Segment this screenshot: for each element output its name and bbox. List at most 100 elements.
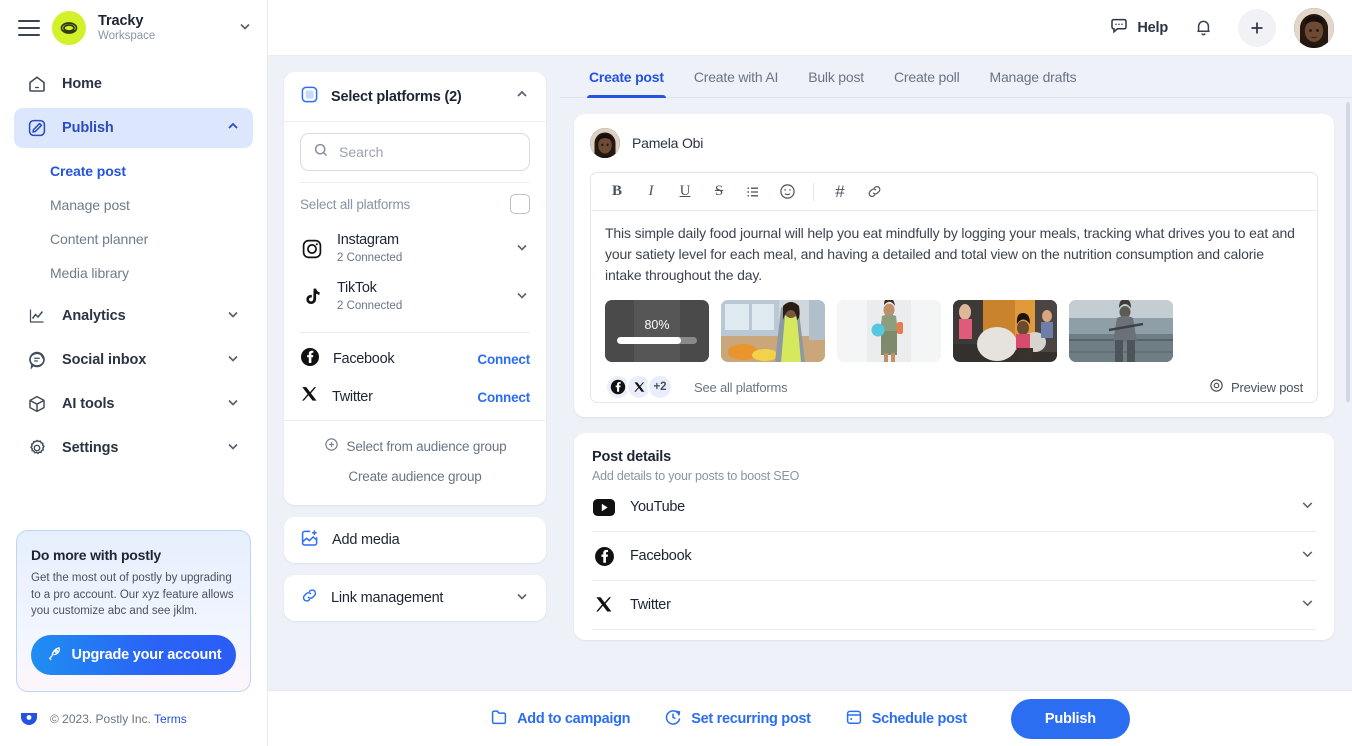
upgrade-account-button[interactable]: Upgrade your account [31,635,236,675]
set-recurring-post-button[interactable]: Set recurring post [664,708,811,730]
author-avatar [590,128,620,158]
editor-toolbar: B I U S # [591,173,1317,211]
tab-create-poll[interactable]: Create poll [879,56,975,97]
chevron-down-icon[interactable] [1299,496,1316,518]
chevron-down-icon[interactable] [514,287,530,308]
detail-row-facebook[interactable]: Facebook [592,532,1316,581]
connect-facebook-link[interactable]: Connect [477,352,530,367]
sidebar-item-label: AI tools [62,396,115,412]
body-row: Select platforms (2) Search Select all p… [268,56,1352,690]
see-all-platforms-link[interactable]: See all platforms [694,380,788,395]
main-tabs: Create post Create with AI Bulk post Cre… [560,56,1352,98]
connect-twitter-link[interactable]: Connect [477,390,530,405]
underline-icon[interactable]: U [669,177,701,207]
platform-row-twitter[interactable]: Twitter Connect [300,378,530,416]
search-input[interactable] [339,144,520,160]
right-pane: Help Select platforms (2) Search Select … [268,0,1352,746]
author-name: Pamela Obi [632,135,704,151]
tab-manage-drafts[interactable]: Manage drafts [975,56,1092,97]
emoji-icon[interactable] [771,177,803,207]
plus-circle-icon [324,437,339,455]
media-thumb-uploading[interactable]: 80% [605,300,709,362]
strikethrough-icon[interactable]: S [703,177,735,207]
chevron-down-icon[interactable] [1299,545,1316,567]
detail-name: Facebook [630,548,692,564]
sidebar-item-ai-tools[interactable]: AI tools [14,384,253,424]
hashtag-icon[interactable]: # [824,177,856,207]
toolbar-divider [813,182,814,201]
select-all-checkbox[interactable] [510,194,530,214]
detail-row-twitter[interactable]: Twitter [592,581,1316,630]
add-new-button[interactable] [1238,8,1276,47]
sidebar-item-publish[interactable]: Publish [14,108,253,148]
media-thumb[interactable] [953,300,1057,362]
link-management-label: Link management [331,590,444,606]
select-all-row[interactable]: Select all platforms [300,183,530,225]
sidebar-item-social-inbox[interactable]: Social inbox [14,340,253,380]
sidebar-item-home[interactable]: Home [14,64,253,104]
chevron-down-icon[interactable] [514,588,530,609]
workspace-header[interactable]: Tracky Workspace [0,0,267,56]
bold-icon[interactable]: B [601,177,633,207]
chevron-down-icon[interactable] [514,239,530,260]
chevron-up-icon[interactable] [514,86,530,107]
chevron-down-icon[interactable] [237,18,253,39]
composer-meta-row: +2 See all platforms Preview post [591,374,1317,402]
publish-button[interactable]: Publish [1010,698,1130,739]
sidebar-item-create-post[interactable]: Create post [14,154,253,188]
select-audience-group-button[interactable]: Select from audience group [300,431,530,461]
platform-search[interactable] [300,133,530,171]
link-management-card[interactable]: Link management [284,575,546,621]
media-thumb[interactable] [721,300,825,362]
platform-row-instagram[interactable]: Instagram 2 Connected [300,225,530,273]
gear-icon [26,437,48,459]
tab-create-with-ai[interactable]: Create with AI [679,56,793,97]
sidebar-item-analytics[interactable]: Analytics [14,296,253,336]
hamburger-icon[interactable] [18,20,40,36]
bell-icon[interactable] [1186,11,1220,45]
help-chat-icon [1109,16,1129,40]
bullet-list-icon[interactable] [737,177,769,207]
sidebar-nav: Home Publish Create post Manage post Con… [0,56,267,472]
link-icon [300,586,319,610]
chevron-down-icon[interactable] [1299,594,1316,616]
footer-text: © 2023. Postly Inc. Terms [50,712,187,726]
add-to-campaign-button[interactable]: Add to campaign [490,708,631,730]
chevron-down-icon[interactable] [225,438,241,458]
select-platforms-header[interactable]: Select platforms (2) [284,72,546,122]
platform-column: Select platforms (2) Search Select all p… [268,56,560,690]
chevron-up-icon[interactable] [225,118,241,138]
media-thumb[interactable] [837,300,941,362]
italic-icon[interactable]: I [635,177,667,207]
preview-post-button[interactable]: Preview post [1209,378,1303,396]
detail-row-youtube[interactable]: YouTube [592,483,1316,532]
sidebar-item-settings[interactable]: Settings [14,428,253,468]
link-icon[interactable] [858,177,890,207]
media-thumb[interactable] [1069,300,1173,362]
sidebar-item-media-library[interactable]: Media library [14,256,253,290]
avatar[interactable] [1294,7,1334,48]
create-audience-group-button[interactable]: Create audience group [300,461,530,491]
platform-row-tiktok[interactable]: TikTok 2 Connected [300,273,530,321]
chevron-down-icon[interactable] [225,350,241,370]
sidebar-item-content-planner[interactable]: Content planner [14,222,253,256]
vertical-scrollbar[interactable] [1346,102,1350,402]
sidebar-item-label: Publish [62,120,114,136]
chevron-down-icon[interactable] [225,394,241,414]
platform-row-facebook[interactable]: Facebook Connect [300,340,530,378]
chevron-down-icon[interactable] [225,306,241,326]
tab-create-post[interactable]: Create post [574,56,679,98]
help-button[interactable]: Help [1109,16,1168,40]
set-recurring-post-label: Set recurring post [691,710,811,727]
add-media-card[interactable]: Add media [284,517,546,563]
platform-status: 2 Connected [337,299,403,312]
sidebar-footer: © 2023. Postly Inc. Terms [0,704,267,746]
post-text[interactable]: This simple daily food journal will help… [591,211,1317,300]
terms-link[interactable]: Terms [154,712,187,726]
sidebar-item-manage-post[interactable]: Manage post [14,188,253,222]
facebook-icon [300,347,320,372]
schedule-post-button[interactable]: Schedule post [845,708,967,730]
more-platforms-count[interactable]: +2 [647,374,673,400]
main-scroll-area[interactable]: Pamela Obi B I U S # This simple daily f… [560,98,1352,690]
tab-bulk-post[interactable]: Bulk post [793,56,879,97]
